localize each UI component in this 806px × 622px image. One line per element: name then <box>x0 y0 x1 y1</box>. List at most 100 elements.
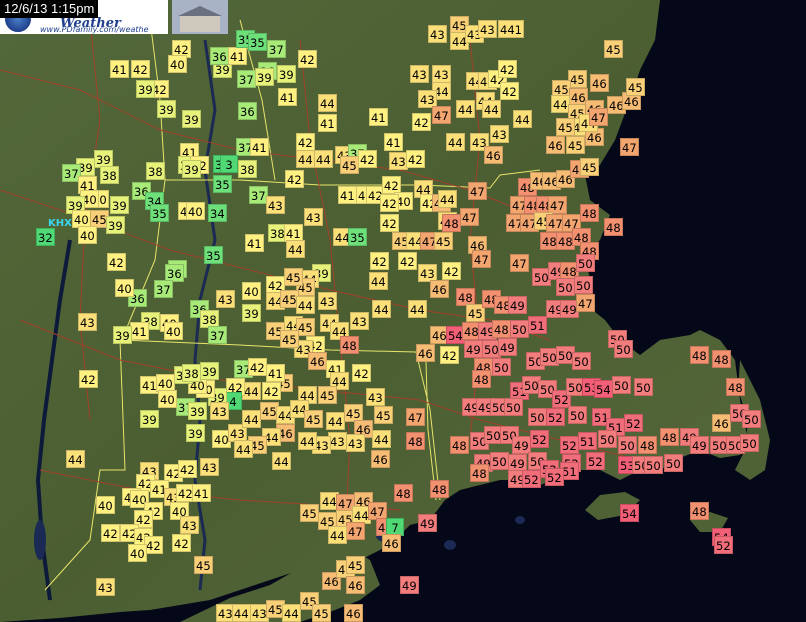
temperature-label: 50 <box>644 456 663 474</box>
temperature-label: 42 <box>380 214 399 232</box>
temperature-label: 43 <box>478 20 497 38</box>
temperature-label: 45 <box>604 40 623 58</box>
temperature-label: 46 <box>308 352 327 370</box>
temperature-label: 46 <box>712 414 731 432</box>
temperature-label: 44 <box>408 300 427 318</box>
temperature-label: 49 <box>400 576 419 594</box>
temperature-label: 43 <box>432 65 451 83</box>
temperature-label: 45 <box>434 232 453 250</box>
temperature-label: 46 <box>344 604 363 622</box>
temperature-label: 43 <box>96 578 115 596</box>
temperature-label: 44 <box>272 452 291 470</box>
temperature-label: 51 <box>528 316 547 334</box>
temperature-label: 51 <box>578 432 597 450</box>
temperature-label: 47 <box>620 138 639 156</box>
temperature-label: 42 <box>380 194 399 212</box>
temperature-label: 52 <box>586 452 605 470</box>
temperature-label: 42 <box>370 252 389 270</box>
temperature-label: 45 <box>312 604 331 622</box>
temperature-label: 41 <box>384 133 403 151</box>
temperature-label: 49 <box>508 296 527 314</box>
temperature-label: 39 <box>182 110 201 128</box>
temperature-label: 41 <box>250 138 269 156</box>
temperature-label: 43 <box>200 458 219 476</box>
temperature-label: 50 <box>598 430 617 448</box>
temperature-label: 43 <box>428 25 447 43</box>
temperature-label: 42 <box>442 262 461 280</box>
temperature-label: 49 <box>498 338 517 356</box>
temperature-label: 45 <box>296 318 315 336</box>
temperature-label: 50 <box>634 378 653 396</box>
temperature-label: 44 <box>438 190 457 208</box>
temperature-label: 41 <box>110 60 129 78</box>
temperature-label: 42 <box>440 346 459 364</box>
temperature-label: 45 <box>556 118 575 136</box>
temperature-label: 42 <box>298 50 317 68</box>
temperature-label: 39 <box>277 65 296 83</box>
temperature-label: 39 <box>140 410 159 428</box>
temperature-label: 50 <box>568 406 587 424</box>
temperature-label: 42 <box>172 534 191 552</box>
temperature-label: 49 <box>418 514 437 532</box>
temperature-label: 43 <box>210 402 229 420</box>
temperature-label: 44 <box>234 440 253 458</box>
temperature-label: 43 <box>180 516 199 534</box>
temperature-label: 39 <box>106 216 125 234</box>
temperature-label: 41 <box>228 47 247 65</box>
temperature-label: 44 <box>296 150 315 168</box>
temperature-label: 43 <box>490 125 509 143</box>
temperature-label: 42 <box>296 133 315 151</box>
temperature-label: 45 <box>284 268 303 286</box>
temperature-label: 47 <box>472 250 491 268</box>
temperature-label: 44 <box>282 604 301 622</box>
temperature-label: 44 <box>66 450 85 468</box>
temperature-label: 39 <box>188 402 207 420</box>
temperature-label: 34 <box>208 204 227 222</box>
temperature-label: 38 <box>146 162 165 180</box>
temperature-label: 42 <box>248 358 267 376</box>
temperature-label: 46 <box>416 344 435 362</box>
temperature-label: 43 <box>366 388 385 406</box>
temperature-label: 45 <box>340 156 359 174</box>
temperature-label: 48 <box>442 214 461 232</box>
temperature-label: 36 <box>210 47 229 65</box>
temperature-label: 35 <box>204 246 223 264</box>
temperature-label: 44 <box>456 100 475 118</box>
temperature-label: 50 <box>504 398 523 416</box>
temperature-label: 49 <box>464 340 483 358</box>
temperature-label: 45 <box>626 78 645 96</box>
temperature-label: 44 <box>482 100 501 118</box>
temperature-label: 50 <box>614 340 633 358</box>
temperature-label: 41 <box>369 108 388 126</box>
temperature-label: 3 <box>220 155 238 173</box>
temperature-label: 50 <box>528 408 547 426</box>
brand-url: www.PDfamily.com/weathe <box>40 25 149 34</box>
temperature-label: 48 <box>638 436 657 454</box>
temperature-label: 39 <box>242 304 261 322</box>
temperature-label: 37 <box>237 70 256 88</box>
temperature-label: 40 <box>115 279 134 297</box>
temperature-label: 44 <box>286 240 305 258</box>
temperature-label: 44 <box>232 604 251 622</box>
temperature-label: 41 <box>245 234 264 252</box>
temperature-label: 46 <box>382 534 401 552</box>
temperature-label: 47 <box>346 522 365 540</box>
temperature-label: 35 <box>248 33 267 51</box>
temperature-label: 37 <box>154 280 173 298</box>
temperature-label: 48 <box>492 320 511 338</box>
temperature-label: 41 <box>192 484 211 502</box>
temperature-label: 38 <box>238 160 257 178</box>
temperature-label: 40 <box>186 202 205 220</box>
temperature-label: 50 <box>618 436 637 454</box>
temperature-label: 42 <box>358 150 377 168</box>
temperature-label: 36 <box>238 102 257 120</box>
temperature-label: 44 <box>369 272 388 290</box>
temperature-label: 48 <box>394 484 413 502</box>
temperature-label: 52 <box>522 470 541 488</box>
temperature-label: 48 <box>450 436 469 454</box>
temperature-label: 45 <box>194 556 213 574</box>
temperature-label: 43 <box>78 313 97 331</box>
temperature-label: 43 <box>350 312 369 330</box>
building-photo-icon <box>172 0 228 34</box>
temperature-label: 42 <box>131 60 150 78</box>
